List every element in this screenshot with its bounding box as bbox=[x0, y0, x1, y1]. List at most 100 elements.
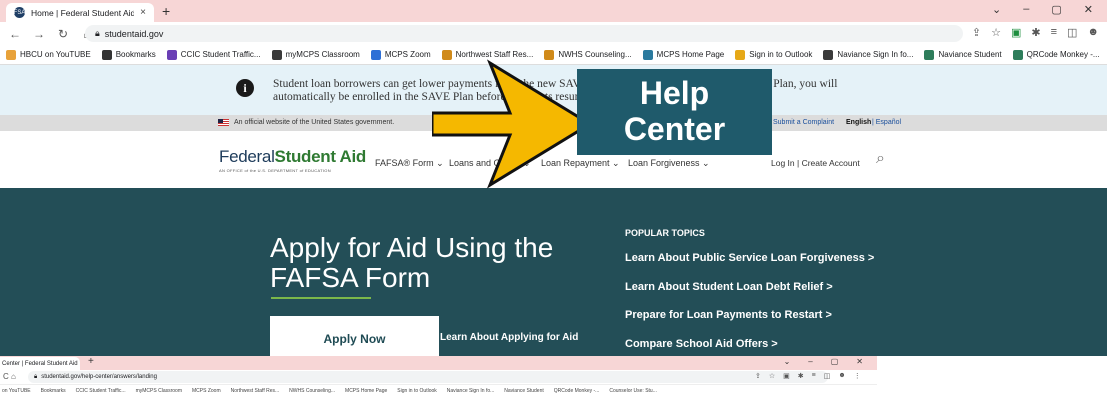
bookmark-item[interactable]: HBCU on YouTUBE bbox=[6, 49, 91, 60]
bookmark-label: MCPS Home Page bbox=[656, 50, 725, 59]
puzzle-icon[interactable]: ✱ bbox=[1031, 26, 1040, 39]
second-bookmarks-bar: on YouTUBE Bookmarks CCIC Student Traffic.… bbox=[0, 384, 877, 396]
login-create-account-link[interactable]: Log In | Create Account bbox=[771, 158, 860, 168]
popular-topics-heading: POPULAR TOPICS bbox=[625, 228, 705, 238]
bookmark-label: myMCPS Classroom bbox=[285, 50, 360, 59]
bookmark-item[interactable]: myMCPS Classroom bbox=[271, 49, 360, 60]
site-favicon-icon: FSA bbox=[14, 7, 25, 18]
second-bookmark-item[interactable]: Northwest Staff Res... bbox=[231, 388, 280, 394]
second-profile-icon[interactable]: ☻ bbox=[838, 372, 845, 380]
bookmark-icon bbox=[1012, 49, 1023, 60]
bookmark-item[interactable]: Sign in to Outlook bbox=[735, 49, 813, 60]
second-bookmark-item[interactable]: on YouTUBE bbox=[2, 388, 31, 394]
hero-section: Apply for Aid Using the FAFSA Form Apply… bbox=[0, 188, 1107, 356]
bookmark-item[interactable]: Naviance Sign In fo... bbox=[823, 49, 913, 60]
new-tab-button[interactable]: + bbox=[162, 3, 170, 19]
minimize-button[interactable]: – bbox=[1023, 3, 1029, 16]
second-window-tab[interactable]: Center | Federal Student Aid × bbox=[0, 357, 80, 370]
popular-topic-link[interactable]: Prepare for Loan Payments to Restart > bbox=[625, 309, 832, 321]
bookmark-icon bbox=[271, 49, 282, 60]
tab-title: Home | Federal Student Aid bbox=[31, 7, 135, 18]
reload-icon[interactable]: ↻ bbox=[56, 27, 70, 41]
second-bookmark-item[interactable]: Sign in to Outlook bbox=[397, 388, 436, 394]
popular-topic-link[interactable]: Compare School Aid Offers > bbox=[625, 338, 778, 350]
second-bookmark-item[interactable]: Naviance Sign In fo... bbox=[447, 388, 495, 394]
second-bookmark-item[interactable]: NWHS Counseling... bbox=[289, 388, 335, 394]
second-share-icon[interactable]: ⇪ bbox=[755, 372, 761, 380]
popular-topic-link[interactable]: Learn About Student Loan Debt Relief > bbox=[625, 281, 833, 293]
second-bookmark-item[interactable]: MCPS Home Page bbox=[345, 388, 387, 394]
second-bookmark-item[interactable]: Counselor Use: Stu... bbox=[609, 388, 657, 394]
second-address-toolbar: C ⌂ 🔒︎ studentaid.gov/help-center/answer… bbox=[0, 370, 877, 384]
second-close-button[interactable]: ✕ bbox=[856, 357, 863, 366]
help-label-line2: Center bbox=[623, 111, 726, 147]
second-side-panel-icon[interactable]: ◫ bbox=[824, 372, 831, 380]
us-flag-icon bbox=[218, 119, 229, 126]
bookmark-item[interactable]: Bookmarks bbox=[101, 49, 156, 60]
english-link[interactable]: English bbox=[846, 119, 871, 126]
second-reading-list-icon[interactable]: ≡ bbox=[812, 372, 816, 380]
second-star-icon[interactable]: ☆ bbox=[769, 372, 775, 380]
profile-icon[interactable]: ☻ bbox=[1087, 26, 1099, 39]
bookmark-label: Sign in to Outlook bbox=[749, 50, 813, 59]
share-icon[interactable]: ⇪ bbox=[972, 26, 981, 39]
second-nav-icons[interactable]: C ⌂ bbox=[3, 372, 16, 381]
second-bookmark-item[interactable]: myMCPS Classroom bbox=[136, 388, 182, 394]
bookmark-item[interactable]: MCPS Home Page bbox=[642, 49, 725, 60]
browser-tab-strip: FSA Home | Federal Student Aid × + ⌄ – ▢… bbox=[0, 0, 1107, 22]
help-label-line1: Help bbox=[639, 75, 710, 111]
bookmark-icon bbox=[642, 49, 653, 60]
second-minimize-button[interactable]: – bbox=[808, 357, 812, 366]
second-menu-icon[interactable]: ⋮ bbox=[854, 372, 861, 380]
second-bookmark-item[interactable]: CCIC Student Traffic... bbox=[76, 388, 126, 394]
maximize-button[interactable]: ▢ bbox=[1051, 3, 1061, 16]
search-icon[interactable]: ⌕ bbox=[876, 150, 885, 168]
bookmark-icon bbox=[924, 49, 935, 60]
bookmark-icon bbox=[166, 49, 177, 60]
submit-complaint-link[interactable]: Submit a Complaint bbox=[773, 119, 834, 126]
bookmark-label: Bookmarks bbox=[115, 50, 156, 59]
second-url-bar[interactable]: 🔒︎ studentaid.gov/help-center/answers/la… bbox=[28, 371, 828, 383]
star-icon[interactable]: ☆ bbox=[991, 26, 1001, 39]
bookmark-icon bbox=[823, 49, 834, 60]
url-text: studentaid.gov bbox=[104, 28, 164, 39]
bookmark-item[interactable]: MCPS Zoom bbox=[370, 49, 431, 60]
address-toolbar: ← → ↻ ⌂ 🔒︎ studentaid.gov ⇪ ☆ ▣ ✱ ≡ ◫ ☻ bbox=[0, 22, 1107, 45]
tab-close-icon[interactable]: × bbox=[140, 7, 146, 18]
apply-now-button[interactable]: Apply Now bbox=[270, 316, 439, 356]
espanol-link[interactable]: | Español bbox=[872, 119, 901, 126]
nav-loan-forgiveness[interactable]: Loan Forgiveness ⌄ bbox=[628, 158, 710, 169]
logo-federal: Federal bbox=[219, 147, 275, 166]
second-bookmark-item[interactable]: Bookmarks bbox=[41, 388, 66, 394]
bookmark-item[interactable]: Naviance Student bbox=[924, 49, 1002, 60]
browser-tab-active[interactable]: FSA Home | Federal Student Aid × bbox=[6, 3, 154, 22]
bookmark-item[interactable]: QRCode Monkey -... bbox=[1012, 49, 1100, 60]
second-puzzle-icon[interactable]: ✱ bbox=[798, 372, 804, 380]
bookmark-item[interactable]: CCIC Student Traffic... bbox=[166, 49, 261, 60]
second-extension-icon[interactable]: ▣ bbox=[783, 372, 790, 380]
learn-about-applying-link[interactable]: Learn About Applying for Aid bbox=[440, 332, 578, 343]
url-bar[interactable]: 🔒︎ studentaid.gov bbox=[85, 25, 963, 42]
close-window-button[interactable]: ✕ bbox=[1084, 3, 1093, 16]
second-maximize-button[interactable]: ▢ bbox=[831, 357, 839, 366]
second-bookmark-item[interactable]: MCPS Zoom bbox=[192, 388, 221, 394]
extension-icon[interactable]: ▣ bbox=[1011, 26, 1021, 39]
bookmark-label: CCIC Student Traffic... bbox=[180, 50, 261, 59]
second-tab-search-icon[interactable]: ⌄ bbox=[784, 357, 791, 366]
side-panel-icon[interactable]: ◫ bbox=[1067, 26, 1077, 39]
second-bookmark-item[interactable]: Naviance Student bbox=[504, 388, 543, 394]
tab-search-icon[interactable]: ⌄ bbox=[992, 3, 1001, 16]
lock-icon: 🔒︎ bbox=[95, 28, 100, 38]
popular-topic-link[interactable]: Learn About Public Service Loan Forgiven… bbox=[625, 252, 874, 264]
second-bookmark-item[interactable]: QRCode Monkey -... bbox=[554, 388, 600, 394]
back-icon[interactable]: ← bbox=[8, 27, 22, 41]
forward-icon[interactable]: → bbox=[32, 27, 46, 41]
reading-list-icon[interactable]: ≡ bbox=[1051, 26, 1057, 39]
bookmark-icon bbox=[6, 49, 16, 60]
bookmark-label: MCPS Zoom bbox=[384, 50, 431, 59]
bookmark-icon bbox=[101, 49, 112, 60]
fsa-logo[interactable]: FederalStudent Aid AN OFFICE of the U.S.… bbox=[219, 147, 366, 173]
window-controls: ⌄ – ▢ ✕ bbox=[992, 3, 1093, 16]
second-window-controls: ⌄ – ▢ ✕ bbox=[784, 357, 863, 366]
second-new-tab-button[interactable]: + bbox=[88, 356, 94, 367]
